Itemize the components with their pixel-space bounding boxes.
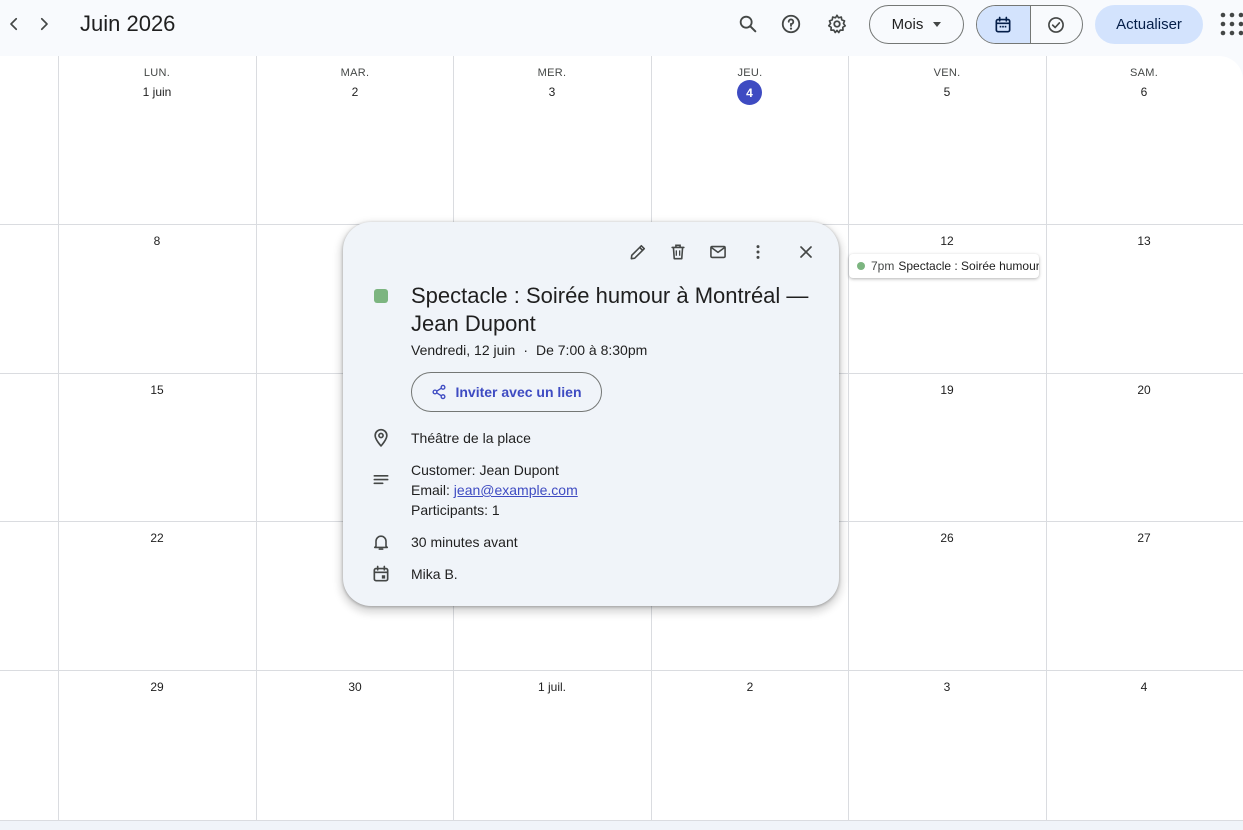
today-day-number[interactable]: 4 xyxy=(737,80,762,105)
calendar-tasks-toggle xyxy=(976,5,1083,44)
location-pin-icon xyxy=(374,428,388,447)
gear-icon xyxy=(827,14,847,34)
day-number[interactable]: 2 xyxy=(295,85,415,99)
calendar-view-toggle[interactable] xyxy=(977,6,1030,43)
day-number[interactable]: 30 xyxy=(295,680,415,694)
weekday-header: JEU. xyxy=(737,67,763,79)
search-button[interactable] xyxy=(730,6,766,42)
close-popup-button[interactable] xyxy=(790,236,822,268)
event-chip[interactable]: 7pm Spectacle : Soirée humour à Montréal… xyxy=(849,254,1039,278)
calendar-owner-icon xyxy=(373,565,389,582)
settings-button[interactable] xyxy=(819,6,855,42)
more-vert-icon xyxy=(756,245,760,259)
description-email-line: Email: jean@example.com xyxy=(411,480,578,500)
close-icon xyxy=(800,246,812,258)
separator-dot: · xyxy=(523,342,528,358)
description-lines-icon xyxy=(373,475,389,485)
header: Juin 2026 Mois Actualiser xyxy=(0,0,1243,56)
description-customer: Customer: Jean Dupont xyxy=(411,462,559,478)
bell-icon xyxy=(373,535,389,550)
page-title: Juin 2026 xyxy=(80,11,176,36)
next-month-button[interactable] xyxy=(30,8,58,40)
more-options-button[interactable] xyxy=(742,236,774,268)
edit-event-button[interactable] xyxy=(622,236,654,268)
previous-month-button[interactable] xyxy=(0,8,28,40)
event-color-dot xyxy=(857,262,865,270)
event-calendar-owner: Mika B. xyxy=(411,566,458,582)
chevron-left-icon xyxy=(10,17,18,31)
event-date: Vendredi, 12 juin xyxy=(411,342,516,358)
invite-link-label: Inviter avec un lien xyxy=(455,384,582,400)
weekday-header: MAR. xyxy=(340,67,370,79)
caret-down-icon xyxy=(933,22,942,27)
delete-event-button[interactable] xyxy=(662,236,694,268)
chevron-right-icon xyxy=(40,17,48,31)
day-number[interactable]: 15 xyxy=(97,383,217,397)
day-number[interactable]: 20 xyxy=(1084,383,1204,397)
search-icon xyxy=(739,15,757,33)
help-button[interactable] xyxy=(773,6,809,42)
day-number[interactable]: 19 xyxy=(887,383,1007,397)
day-number[interactable]: 29 xyxy=(97,680,217,694)
invite-link-button[interactable]: Inviter avec un lien xyxy=(411,372,602,412)
grid-line xyxy=(1046,56,1047,821)
weekday-header: MER. xyxy=(537,67,567,79)
refresh-button[interactable]: Actualiser xyxy=(1095,5,1203,44)
day-number[interactable]: 3 xyxy=(492,85,612,99)
grid-line xyxy=(848,56,849,821)
day-number[interactable]: 1 juin xyxy=(97,85,217,99)
weekday-header: SAM. xyxy=(1129,67,1159,79)
day-number[interactable]: 26 xyxy=(887,531,1007,545)
check-circle-icon xyxy=(1048,16,1065,33)
event-time: De 7:00 à 8:30pm xyxy=(535,342,648,358)
day-number[interactable]: 27 xyxy=(1084,531,1204,545)
email-guests-button[interactable] xyxy=(702,236,734,268)
description-participants: Participants: 1 xyxy=(411,502,500,518)
day-number[interactable]: 4 xyxy=(1084,680,1204,694)
day-number[interactable]: 5 xyxy=(887,85,1007,99)
grid-line xyxy=(256,56,257,821)
day-number[interactable]: 6 xyxy=(1084,85,1204,99)
apps-grid-icon[interactable] xyxy=(1218,10,1243,38)
event-description: Customer: Jean Dupont Email: jean@exampl… xyxy=(411,460,578,520)
day-number[interactable]: 8 xyxy=(97,234,217,248)
event-date-time: Vendredi, 12 juin · De 7:00 à 8:30pm xyxy=(411,342,647,358)
day-number[interactable]: 2 xyxy=(690,680,810,694)
weekday-header: LUN. xyxy=(143,67,171,79)
weekday-header: VEN. xyxy=(933,67,961,79)
day-number[interactable]: 13 xyxy=(1084,234,1204,248)
email-link[interactable]: jean@example.com xyxy=(454,482,578,498)
description-email-label: Email: xyxy=(411,482,454,498)
grid-line xyxy=(58,56,59,821)
day-number[interactable]: 1 juil. xyxy=(492,680,612,694)
mail-icon xyxy=(710,245,726,259)
event-location: Théâtre de la place xyxy=(411,430,531,446)
share-icon xyxy=(432,384,447,400)
event-chip-title: Spectacle : Soirée humour à Montréal — J… xyxy=(898,259,1039,273)
event-reminder: 30 minutes avant xyxy=(411,534,518,550)
day-number[interactable]: 22 xyxy=(97,531,217,545)
view-selector[interactable]: Mois xyxy=(869,5,964,44)
help-icon xyxy=(781,14,801,34)
event-color-square xyxy=(374,289,388,303)
event-chip-time: 7pm xyxy=(871,259,895,273)
event-details-popup: Spectacle : Soirée humour à Montréal — J… xyxy=(343,222,839,606)
view-selector-label: Mois xyxy=(891,16,924,33)
pencil-icon xyxy=(630,244,646,260)
calendar-icon xyxy=(995,16,1011,32)
day-number[interactable]: 12 xyxy=(887,234,1007,248)
event-title: Spectacle : Soirée humour à Montréal — J… xyxy=(411,283,809,336)
grid-line xyxy=(0,670,1243,671)
tasks-view-toggle[interactable] xyxy=(1029,6,1083,43)
bottom-strip xyxy=(0,821,1243,830)
day-number[interactable]: 3 xyxy=(887,680,1007,694)
trash-icon xyxy=(671,244,685,260)
